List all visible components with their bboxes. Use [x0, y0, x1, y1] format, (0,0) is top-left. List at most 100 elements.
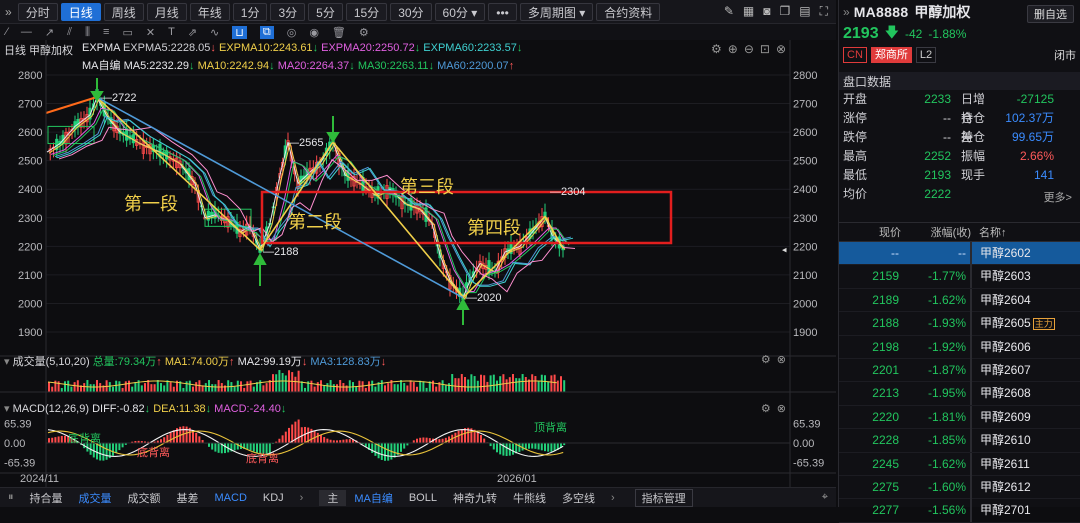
contract-row[interactable]: 2198-1.92%甲醇2606	[839, 336, 1080, 359]
macd-bar	[112, 443, 114, 456]
macd-bar	[320, 435, 322, 443]
tab-bullbear[interactable]: 牛熊线	[505, 490, 554, 506]
rect-tool-icon[interactable]: ▭	[122, 26, 132, 39]
period-60min-dropdown[interactable]: 60分 ▾	[435, 3, 486, 21]
volume-bar	[515, 378, 517, 392]
tab-turnover[interactable]: 成交额	[120, 490, 169, 506]
tab-main[interactable]: 主	[319, 490, 346, 506]
location-icon[interactable]: ⌖	[814, 491, 836, 504]
contract-row[interactable]: 2159-1.77%甲醇2603	[839, 265, 1080, 288]
fib-tool-icon[interactable]: ≡	[103, 26, 109, 38]
settings-icon[interactable]: ⚙	[711, 42, 722, 56]
volume-bar	[250, 381, 252, 392]
contract-row[interactable]: 2245-1.62%甲醇2611	[839, 453, 1080, 476]
wave-tool-icon[interactable]: ∿	[210, 26, 219, 39]
visible-icon[interactable]: ◉	[309, 26, 319, 39]
lock-tool-icon[interactable]: ⧉	[260, 26, 274, 39]
delete-icon[interactable]: 🗑	[332, 26, 346, 39]
sort-name-header[interactable]: 名称↑	[971, 223, 1071, 243]
close-icon[interactable]: ⊗	[777, 353, 786, 366]
period-month[interactable]: 月线	[147, 3, 187, 21]
volume-bar	[365, 388, 367, 392]
tab-ma-custom[interactable]: MA自编	[346, 490, 401, 506]
fullscreen-icon[interactable]: ⛶	[820, 4, 828, 19]
magnet-tool-icon[interactable]: ⊔	[232, 26, 247, 39]
multi-period-dropdown[interactable]: 多周期图 ▾	[520, 3, 593, 21]
contract-row[interactable]: 2275-1.60%甲醇2612	[839, 476, 1080, 499]
period-30min[interactable]: 30分	[390, 3, 431, 21]
restore-icon[interactable]: ⊡	[760, 42, 770, 56]
scroll-right-icon[interactable]: ›	[603, 492, 623, 504]
settings-icon[interactable]: ⚙	[761, 402, 771, 415]
tab-boll[interactable]: BOLL	[401, 492, 445, 504]
text-tool-icon[interactable]: T	[168, 26, 175, 38]
copy-icon[interactable]: ❐	[779, 4, 790, 19]
layout-icon[interactable]: ▤	[799, 4, 810, 19]
volume-bar	[333, 384, 335, 392]
period-week[interactable]: 周线	[104, 3, 144, 21]
hide-tool-icon[interactable]: ◎	[287, 26, 297, 39]
tab-basis[interactable]: 基差	[169, 490, 207, 506]
camera-icon[interactable]: ◙	[763, 4, 770, 19]
volume-bar	[550, 375, 552, 392]
volume-bar	[387, 383, 389, 392]
tab-longshort[interactable]: 多空线	[554, 490, 603, 506]
period-year[interactable]: 年线	[190, 3, 230, 21]
kline-chart[interactable]: 2800270026002500240023002200210020001900…	[0, 40, 836, 487]
zoom-in-icon[interactable]: ⊕	[728, 42, 738, 56]
close-icon[interactable]: ⊗	[776, 42, 786, 56]
ray-tool-icon[interactable]: ↗	[45, 26, 54, 39]
tab-holdings[interactable]: 持合量	[22, 490, 71, 506]
period-day[interactable]: 日线	[61, 3, 101, 21]
collapse-icon[interactable]: »	[843, 5, 850, 19]
line-tool-icon[interactable]: ⁄	[6, 26, 8, 38]
contract-row[interactable]: 2188-1.93%甲醇2605主力	[839, 312, 1080, 335]
indicator-management-button[interactable]: 指标管理	[635, 489, 693, 507]
macd-bar	[518, 443, 520, 452]
arrow-tool-icon[interactable]: ⇗	[188, 26, 197, 39]
zoom-out-icon[interactable]: ⊖	[744, 42, 754, 56]
collapse-icon[interactable]: »	[2, 5, 15, 19]
settings-icon[interactable]: ⚙	[359, 26, 369, 39]
contract-row[interactable]: 2228-1.85%甲醇2610	[839, 429, 1080, 452]
period-3min[interactable]: 3分	[270, 3, 305, 21]
grid-icon[interactable]: ▦	[743, 4, 754, 19]
volume-bar	[506, 379, 508, 392]
contract-row[interactable]: ----甲醇2602	[839, 242, 1080, 265]
period-15min[interactable]: 15分	[346, 3, 387, 21]
contract-row[interactable]: 2213-1.95%甲醇2608	[839, 382, 1080, 405]
contract-row[interactable]: 2201-1.87%甲醇2607	[839, 359, 1080, 382]
contract-row[interactable]: 2220-1.81%甲醇2609	[839, 406, 1080, 429]
contract-row[interactable]: 2189-1.62%甲醇2604	[839, 289, 1080, 312]
more-periods-button[interactable]: •••	[488, 3, 517, 21]
cross-tool-icon[interactable]: ✕	[146, 26, 155, 39]
chart-area[interactable]: 2800270026002500240023002200210020001900…	[0, 40, 836, 487]
draw-icon[interactable]: ✎	[724, 4, 734, 19]
tab-td9[interactable]: 神奇九转	[445, 490, 505, 506]
volume-bar	[422, 381, 424, 392]
macd-bar	[186, 427, 188, 443]
contract-info-button[interactable]: 合约资料	[596, 3, 660, 21]
volume-bar	[525, 377, 527, 392]
tab-macd[interactable]: MACD	[207, 492, 255, 504]
quote-value: 141	[991, 166, 1054, 185]
hline-tool-icon[interactable]: ―	[21, 26, 32, 38]
contract-row[interactable]: 2277-1.56%甲醇2701	[839, 499, 1080, 522]
watchlist-button[interactable]: 删自选	[1027, 5, 1074, 23]
more-link[interactable]: 更多>	[1044, 189, 1072, 205]
period-5min[interactable]: 5分	[308, 3, 343, 21]
volume-bar	[346, 385, 348, 392]
volume-bar	[426, 388, 428, 392]
period-1min[interactable]: 1分	[233, 3, 268, 21]
pause-icon[interactable]: ⏸	[0, 491, 22, 504]
close-icon[interactable]: ⊗	[777, 402, 786, 415]
channel-tool-icon[interactable]: ⫽	[67, 26, 72, 39]
tab-volume[interactable]: 成交量	[71, 490, 120, 506]
vline-tool-icon[interactable]: ⫼	[85, 26, 90, 39]
settings-icon[interactable]: ⚙	[761, 353, 771, 366]
scroll-right-icon[interactable]: ›	[292, 492, 312, 504]
macd-bar	[282, 435, 284, 443]
period-fenshi[interactable]: 分时	[18, 3, 58, 21]
macd-bar	[416, 439, 418, 443]
tab-kdj[interactable]: KDJ	[255, 492, 292, 504]
